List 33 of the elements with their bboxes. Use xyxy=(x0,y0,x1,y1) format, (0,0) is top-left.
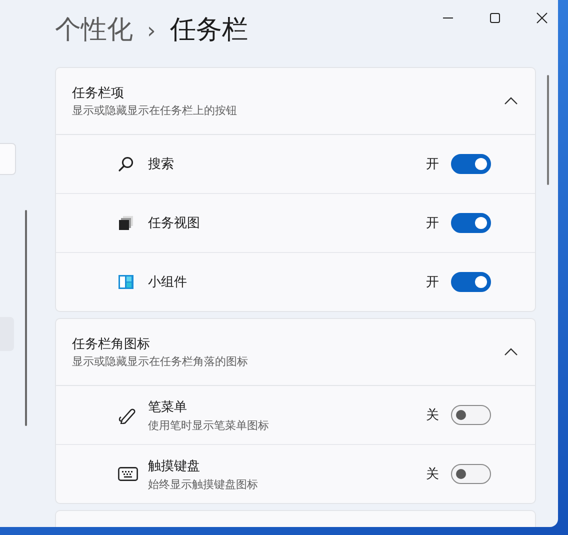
toggle-switch[interactable] xyxy=(451,464,491,484)
maximize-icon[interactable] xyxy=(489,12,501,24)
toggle-switch[interactable] xyxy=(451,154,491,174)
toggle-state-label: 关 xyxy=(426,407,439,424)
breadcrumb-link[interactable]: 个性化 xyxy=(55,11,133,49)
section-title: 任务栏项 xyxy=(72,85,125,102)
close-icon[interactable] xyxy=(536,12,548,24)
toggle-switch[interactable] xyxy=(451,213,491,233)
toggle-switch[interactable] xyxy=(451,405,491,425)
breadcrumb-separator: › xyxy=(147,18,156,46)
pen-icon xyxy=(118,406,136,424)
setting-label: 任务视图 xyxy=(148,215,201,232)
widgets-icon xyxy=(118,274,134,290)
page-title: 任务栏 xyxy=(170,14,248,47)
keyboard-icon xyxy=(118,467,138,481)
toggle-state-label: 开 xyxy=(426,215,439,232)
setting-description: 使用笔时显示笔菜单图标 xyxy=(148,418,270,432)
collapse-icon[interactable] xyxy=(504,348,518,356)
setting-label: 小组件 xyxy=(148,274,188,291)
setting-label: 笔菜单 xyxy=(148,398,188,416)
overlapping-windows-icon xyxy=(118,215,134,231)
search-icon xyxy=(118,156,134,172)
setting-label: 搜索 xyxy=(148,156,175,173)
setting-description: 始终显示触摸键盘图标 xyxy=(148,476,259,492)
section-subtitle: 显示或隐藏显示在任务栏上的按钮 xyxy=(72,103,237,118)
collapse-icon[interactable] xyxy=(504,97,518,105)
toggle-state-label: 关 xyxy=(426,466,439,483)
section-title: 任务栏角图标 xyxy=(72,336,151,353)
toggle-state-label: 开 xyxy=(426,274,439,291)
section-subtitle: 显示或隐藏显示在任务栏角落的图标 xyxy=(72,354,248,369)
toggle-switch[interactable] xyxy=(451,272,491,292)
toggle-state-label: 开 xyxy=(426,156,439,173)
setting-label: 触摸键盘 xyxy=(148,458,201,474)
